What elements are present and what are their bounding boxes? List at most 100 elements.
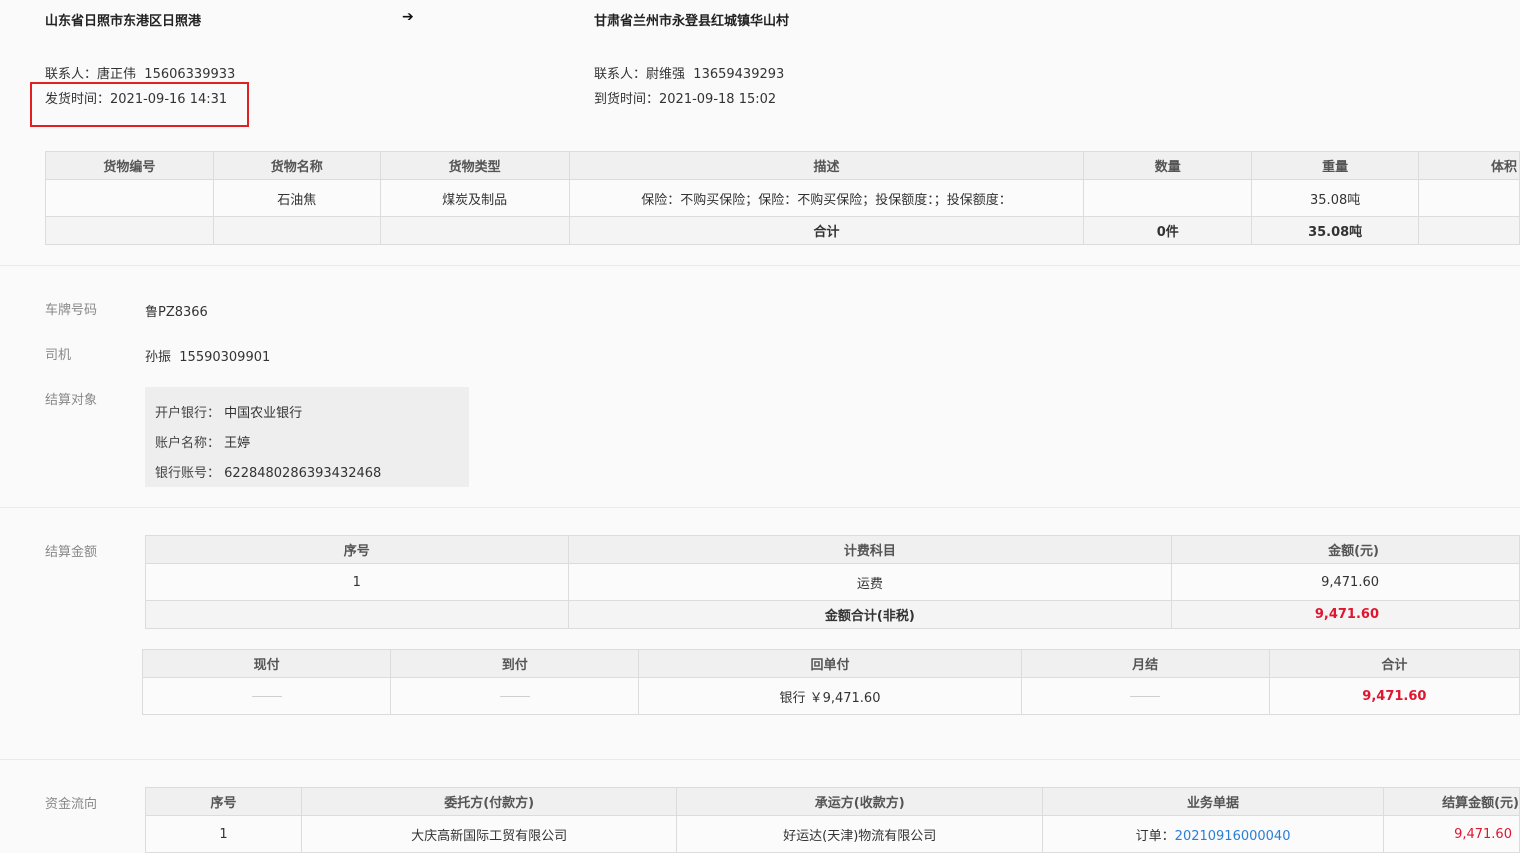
flow-index: 1	[145, 815, 302, 853]
cargo-total-cell	[45, 216, 214, 245]
account-name-value: 王婷	[224, 436, 251, 451]
fee-header-cell: 序号	[145, 535, 569, 564]
collect-pay-cell	[390, 677, 640, 715]
cargo-total-row: 合计 0件 35.08吨	[45, 216, 1520, 245]
bank-info-card: 开户银行： 中国农业银行 账户名称： 王婷 银行账号： 622848028639…	[145, 387, 469, 487]
fund-flow-label: 资金流向	[45, 797, 98, 812]
settle-amount-label: 结算金额	[45, 545, 98, 560]
bank-name-label: 开户银行：	[155, 406, 221, 421]
cargo-cell	[1083, 179, 1253, 217]
fee-header-row: 序号 计费科目 金额(元)	[145, 535, 1520, 564]
bank-name-row: 开户银行： 中国农业银行	[155, 402, 302, 421]
section-divider	[0, 759, 1520, 760]
flow-header-row: 序号 委托方(付款方) 承运方(收款方) 业务单据 结算金额(元)	[145, 787, 1520, 816]
business-doc: 订单：20210916000040	[1042, 815, 1385, 853]
payment-table: 现付 到付 回单付 月结 合计 银行 ￥9,471.60 9,471.60	[141, 649, 1520, 715]
table-row: 石油焦 煤炭及制品 保险：不购买保险；保险：不购买保险；投保额度：；投保额度： …	[45, 179, 1520, 217]
empty-dash	[499, 695, 530, 697]
fund-flow-table: 序号 委托方(付款方) 承运方(收款方) 业务单据 结算金额(元) 1 大庆高新…	[145, 787, 1520, 853]
fee-header-cell: 金额(元)	[1171, 535, 1520, 564]
plate-value: 鲁PZ8366	[145, 305, 208, 320]
payee-name: 好运达(天津)物流有限公司	[676, 815, 1044, 853]
fee-total-row: 金额合计(非税) 9,471.60	[145, 600, 1520, 629]
destination-address: 甘肃省兰州市永登县红城镇华山村	[594, 14, 790, 29]
flow-header-cell: 委托方(付款方)	[300, 787, 678, 816]
order-label: 订单：	[1135, 828, 1175, 844]
empty-dash	[251, 695, 282, 697]
payment-total-cell: 9,471.60	[1268, 677, 1520, 715]
fee-index: 1	[145, 563, 569, 601]
account-name-row: 账户名称： 王婷	[155, 432, 250, 451]
order-number-link[interactable]: 20210916000040	[1175, 829, 1291, 844]
driver-value: 孙振 15590309901	[145, 346, 270, 365]
account-number-label: 银行账号：	[155, 466, 221, 481]
payment-header-row: 现付 到付 回单付 月结 合计	[141, 649, 1520, 678]
fee-amount: 9,471.60	[1171, 563, 1520, 601]
flow-amount: 9,471.60	[1383, 815, 1520, 853]
flow-header-cell: 业务单据	[1042, 787, 1385, 816]
cargo-header-cell: 描述	[568, 151, 1085, 180]
cargo-cell: 保险：不购买保险；保险：不购买保险；投保额度：；投保额度：	[568, 179, 1085, 217]
sender-contact: 联系人：唐正伟 15606339933	[45, 63, 235, 82]
receiver-contact-name: 尉维强	[646, 67, 686, 82]
fee-header-cell: 计费科目	[567, 535, 1173, 564]
table-row: 1 运费 9,471.60	[145, 563, 1520, 601]
receiver-contact-phone: 13659439293	[693, 67, 785, 82]
arrival-time: 到货时间：2021-09-18 15:02	[594, 88, 776, 107]
cargo-header-cell: 数量	[1083, 151, 1253, 180]
arrow-right-icon: ➔	[402, 9, 414, 25]
payment-header-cell: 月结	[1020, 649, 1270, 678]
cargo-total-cell: 0件	[1083, 216, 1253, 245]
cargo-cell: 35.08吨	[1251, 179, 1420, 217]
cargo-cell	[45, 179, 214, 217]
account-number-row: 银行账号： 6228480286393432468	[155, 462, 381, 481]
flow-header-cell: 序号	[145, 787, 302, 816]
cargo-total-cell	[212, 216, 381, 245]
cargo-header-row: 货物编号 货物名称 货物类型 描述 数量 重量 体积	[45, 151, 1520, 180]
cargo-cell: 石油焦	[212, 179, 381, 217]
sender-contact-name: 唐正伟	[97, 67, 137, 82]
origin-address: 山东省日照市东港区日照港	[45, 14, 202, 29]
empty-dash	[1130, 695, 1161, 697]
arrival-time-value: 2021-09-18 15:02	[659, 92, 777, 107]
cargo-total-cell	[1418, 216, 1520, 245]
cargo-cell: 煤炭及制品	[379, 179, 570, 217]
flow-header-cell: 结算金额(元)	[1383, 787, 1520, 816]
plate-label: 车牌号码	[45, 303, 98, 318]
fee-total-spacer	[145, 600, 569, 629]
ship-time-highlight	[30, 82, 249, 127]
account-name-label: 账户名称：	[155, 436, 221, 451]
receiver-contact-label: 联系人：	[594, 67, 647, 82]
account-number-value: 6228480286393432468	[224, 466, 382, 481]
payment-header-cell: 现付	[141, 649, 392, 678]
payer-name: 大庆高新国际工贸有限公司	[300, 815, 678, 853]
cargo-header-cell: 货物编号	[45, 151, 214, 180]
driver-phone: 15590309901	[179, 350, 271, 365]
payment-header-cell: 合计	[1268, 649, 1520, 678]
section-divider	[0, 507, 1520, 508]
receiver-contact: 联系人：尉维强 13659439293	[594, 63, 784, 82]
fee-item: 运费	[567, 563, 1173, 601]
cargo-header-cell: 货物类型	[379, 151, 570, 180]
cargo-cell	[1418, 179, 1520, 217]
table-row: 银行 ￥9,471.60 9,471.60	[141, 677, 1520, 715]
receipt-pay-cell: 银行 ￥9,471.60	[638, 677, 1022, 715]
payment-header-cell: 回单付	[638, 649, 1022, 678]
cargo-table: 货物编号 货物名称 货物类型 描述 数量 重量 体积 石油焦 煤炭及制品 保险：…	[45, 151, 1520, 245]
cargo-total-cell: 合计	[568, 216, 1085, 245]
fee-total-label: 金额合计(非税)	[567, 600, 1173, 629]
fee-total-value: 9,471.60	[1171, 600, 1520, 629]
cargo-total-cell: 35.08吨	[1251, 216, 1420, 245]
table-row: 1 大庆高新国际工贸有限公司 好运达(天津)物流有限公司 订单：20210916…	[145, 815, 1520, 853]
cargo-header-cell: 货物名称	[212, 151, 381, 180]
section-divider	[0, 265, 1520, 266]
fee-table: 序号 计费科目 金额(元) 1 运费 9,471.60 金额合计(非税) 9,4…	[145, 535, 1520, 629]
payment-header-cell: 到付	[390, 649, 640, 678]
cargo-header-cell: 体积	[1418, 151, 1520, 180]
cash-pay-cell	[141, 677, 392, 715]
driver-name: 孙振	[145, 350, 172, 365]
cargo-total-cell	[379, 216, 570, 245]
arrival-time-label: 到货时间：	[594, 92, 660, 107]
cargo-header-cell: 重量	[1251, 151, 1420, 180]
driver-label: 司机	[45, 348, 72, 363]
